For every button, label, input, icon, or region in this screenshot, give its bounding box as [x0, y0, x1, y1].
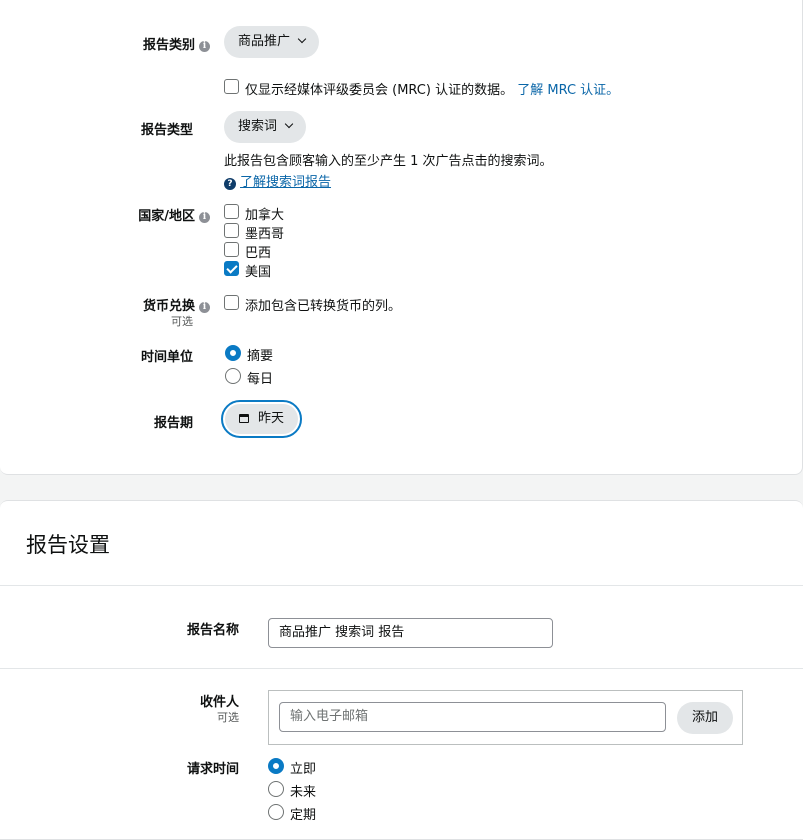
- currency-label: 货币兑换 i: [120, 295, 210, 314]
- report-period-inner: 昨天: [225, 404, 299, 434]
- report-type-value: 搜索词: [238, 119, 278, 134]
- info-icon[interactable]: i: [199, 212, 210, 223]
- recipients-optional: 可选: [217, 711, 239, 724]
- report-period-button[interactable]: 昨天: [221, 400, 303, 438]
- report-category-label-text: 报告类别: [142, 38, 195, 53]
- report-category-dropdown[interactable]: 商品推广: [224, 26, 320, 58]
- currency-optional: 可选: [171, 315, 193, 328]
- recipients-label: 收件人: [199, 695, 239, 710]
- request-time-radio-now[interactable]: [268, 758, 284, 774]
- question-circle-icon: ?: [224, 178, 236, 190]
- country-checkbox-usa[interactable]: [224, 261, 239, 276]
- mrc-checkbox[interactable]: [224, 79, 239, 94]
- time-unit-option-daily: 每日: [247, 372, 274, 387]
- country-checkbox-brazil[interactable]: [224, 242, 239, 257]
- country-checkbox-mexico[interactable]: [224, 223, 239, 238]
- mrc-learn-link[interactable]: 了解 MRC 认证。: [517, 83, 619, 98]
- report-type-help-link[interactable]: 了解搜索词报告: [240, 175, 331, 190]
- report-name-input[interactable]: 商品推广 搜索词 报告: [268, 618, 553, 648]
- country-option-canada: 加拿大: [245, 208, 285, 223]
- info-icon[interactable]: i: [199, 302, 210, 313]
- currency-checkbox[interactable]: [224, 295, 239, 310]
- request-time-radio-recurring[interactable]: [268, 804, 284, 820]
- chevron-down-icon: [284, 119, 294, 129]
- report-type-label: 报告类型: [140, 123, 193, 138]
- time-unit-radio-summary[interactable]: [225, 345, 241, 361]
- request-time-label: 请求时间: [186, 762, 239, 777]
- time-unit-label: 时间单位: [140, 350, 193, 365]
- divider: [0, 585, 803, 586]
- report-type-description: 此报告包含顾客输入的至少产生 1 次广告点击的搜索词。: [224, 154, 553, 169]
- report-period-value: 昨天: [258, 411, 285, 426]
- request-time-option-recurring: 定期: [290, 808, 317, 823]
- time-unit-option-summary: 摘要: [247, 349, 274, 364]
- country-option-usa: 美国: [245, 265, 272, 280]
- report-settings-title: 报告设置: [26, 533, 110, 557]
- request-time-radio-future[interactable]: [268, 781, 284, 797]
- recipients-box: 输入电子邮箱 添加: [268, 690, 743, 745]
- report-period-label: 报告期: [153, 416, 193, 431]
- mrc-checkbox-label: 仅显示经媒体评级委员会 (MRC) 认证的数据。: [245, 83, 514, 98]
- report-config-card: 报告类别 i 商品推广 仅显示经媒体评级委员会 (MRC) 认证的数据。 了解 M…: [0, 0, 803, 475]
- request-time-option-now: 立即: [290, 762, 317, 777]
- report-type-dropdown[interactable]: 搜索词: [224, 111, 307, 143]
- mrc-checkbox-row: 仅显示经媒体评级委员会 (MRC) 认证的数据。 了解 MRC 认证。: [245, 79, 619, 98]
- report-category-value: 商品推广: [238, 34, 291, 49]
- add-recipient-button[interactable]: 添加: [677, 702, 733, 734]
- country-label-text: 国家/地区: [138, 209, 195, 224]
- report-category-label: 报告类别 i: [120, 34, 210, 53]
- country-option-mexico: 墨西哥: [245, 227, 285, 242]
- currency-label-text: 货币兑换: [142, 299, 195, 314]
- chevron-down-icon: [297, 34, 307, 44]
- report-name-label: 报告名称: [186, 623, 239, 638]
- country-label: 国家/地区 i: [120, 205, 210, 224]
- currency-checkbox-label: 添加包含已转换货币的列。: [245, 299, 402, 314]
- calendar-icon: [239, 414, 249, 423]
- report-type-help: ? 了解搜索词报告: [224, 171, 331, 190]
- country-option-brazil: 巴西: [245, 246, 272, 261]
- country-checkbox-canada[interactable]: [224, 204, 239, 219]
- info-icon[interactable]: i: [199, 41, 210, 52]
- divider: [0, 668, 803, 669]
- time-unit-radio-daily[interactable]: [225, 368, 241, 384]
- email-input[interactable]: 输入电子邮箱: [279, 702, 666, 732]
- report-settings-card: 报告设置 报告名称 商品推广 搜索词 报告 收件人 可选 输入电子邮箱 添加 请…: [0, 500, 803, 840]
- request-time-option-future: 未来: [290, 785, 317, 800]
